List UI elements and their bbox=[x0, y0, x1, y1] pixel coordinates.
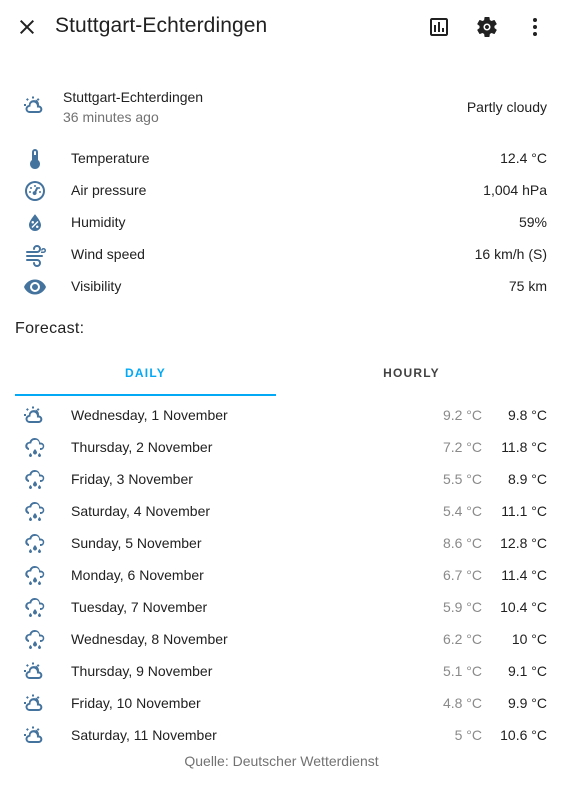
forecast-high-temp: 11.1 °C bbox=[501, 503, 547, 519]
rainy-icon bbox=[23, 564, 47, 588]
attribute-value: 59% bbox=[518, 214, 547, 230]
thermometer-icon bbox=[23, 147, 47, 171]
forecast-row: Saturday, 4 November 5.4 °C 11.1 °C bbox=[15, 496, 547, 528]
attribute-value: 1,004 hPa bbox=[483, 182, 547, 198]
attribute-label: Temperature bbox=[71, 150, 150, 166]
forecast-low-temp: 8.6 °C bbox=[442, 535, 482, 551]
tab-daily[interactable]: DAILY bbox=[15, 356, 276, 396]
rainy-icon bbox=[23, 596, 47, 620]
forecast-row: Wednesday, 8 November 6.2 °C 10 °C bbox=[15, 624, 547, 656]
rainy-icon bbox=[23, 436, 47, 460]
forecast-date: Tuesday, 7 November bbox=[71, 599, 208, 615]
weather-state: Partly cloudy bbox=[466, 99, 547, 115]
rainy-icon bbox=[23, 628, 47, 652]
close-button[interactable] bbox=[7, 7, 47, 47]
rainy-icon bbox=[23, 468, 47, 492]
attribute-label: Humidity bbox=[71, 214, 126, 230]
attribute-value: 75 km bbox=[508, 278, 547, 294]
attribute-temperature: Temperature 12.4 °C bbox=[15, 143, 547, 175]
history-button[interactable] bbox=[419, 7, 459, 47]
attribute-label: Air pressure bbox=[71, 182, 147, 198]
last-updated: 36 minutes ago bbox=[63, 109, 159, 125]
forecast-low-temp: 5.1 °C bbox=[442, 663, 482, 679]
settings-icon bbox=[477, 16, 497, 37]
forecast-low-temp: 9.2 °C bbox=[442, 407, 482, 423]
forecast-row: Friday, 3 November 5.5 °C 8.9 °C bbox=[15, 464, 547, 496]
forecast-high-temp: 11.4 °C bbox=[501, 567, 547, 583]
attribute-value: 16 km/h (S) bbox=[474, 246, 547, 262]
partly-cloudy-icon bbox=[23, 404, 47, 428]
forecast-high-temp: 12.8 °C bbox=[500, 535, 547, 551]
forecast-row: Wednesday, 1 November 9.2 °C 9.8 °C bbox=[15, 400, 547, 432]
attribute-visibility: Visibility 75 km bbox=[15, 271, 547, 303]
forecast-heading: Forecast: bbox=[15, 320, 85, 337]
forecast-date: Wednesday, 1 November bbox=[71, 407, 228, 423]
forecast-row: Monday, 6 November 6.7 °C 11.4 °C bbox=[15, 560, 547, 592]
forecast-low-temp: 5 °C bbox=[454, 727, 482, 743]
forecast-high-temp: 9.1 °C bbox=[507, 663, 547, 679]
attribute-air-pressure: Air pressure 1,004 hPa bbox=[15, 175, 547, 207]
forecast-date: Monday, 6 November bbox=[71, 567, 204, 583]
partly-cloudy-icon bbox=[23, 692, 47, 716]
water-percent-icon bbox=[23, 211, 47, 235]
forecast-high-temp: 8.9 °C bbox=[507, 471, 547, 487]
current-conditions: Stuttgart-Echterdingen 36 minutes ago Pa… bbox=[15, 86, 547, 130]
attribute-value: 12.4 °C bbox=[500, 150, 547, 166]
forecast-high-temp: 10 °C bbox=[511, 631, 547, 647]
forecast-low-temp: 5.5 °C bbox=[442, 471, 482, 487]
partly-cloudy-icon bbox=[23, 94, 47, 118]
chart-icon bbox=[430, 18, 448, 36]
forecast-date: Friday, 10 November bbox=[71, 695, 201, 711]
forecast-date: Sunday, 5 November bbox=[71, 535, 202, 551]
tab-hourly[interactable]: HOURLY bbox=[281, 356, 542, 396]
attribution-text: Quelle: Deutscher Wetterdienst bbox=[184, 753, 379, 769]
forecast-low-temp: 6.7 °C bbox=[442, 567, 482, 583]
forecast-high-temp: 11.8 °C bbox=[501, 439, 547, 455]
forecast-high-temp: 9.9 °C bbox=[507, 695, 547, 711]
forecast-date: Friday, 3 November bbox=[71, 471, 193, 487]
forecast-date: Wednesday, 8 November bbox=[71, 631, 228, 647]
forecast-low-temp: 7.2 °C bbox=[442, 439, 482, 455]
forecast-date: Saturday, 11 November bbox=[71, 727, 217, 743]
forecast-row: Sunday, 5 November 8.6 °C 12.8 °C bbox=[15, 528, 547, 560]
rainy-icon bbox=[23, 532, 47, 556]
attribute-wind-speed: Wind speed 16 km/h (S) bbox=[15, 239, 547, 271]
forecast-high-temp: 9.8 °C bbox=[507, 407, 547, 423]
forecast-row: Saturday, 11 November 5 °C 10.6 °C bbox=[15, 720, 547, 752]
forecast-row: Friday, 10 November 4.8 °C 9.9 °C bbox=[15, 688, 547, 720]
partly-cloudy-icon bbox=[23, 724, 47, 748]
forecast-high-temp: 10.4 °C bbox=[500, 599, 547, 615]
forecast-low-temp: 5.9 °C bbox=[442, 599, 482, 615]
forecast-date: Thursday, 2 November bbox=[71, 439, 213, 455]
more-options-button[interactable] bbox=[515, 7, 555, 47]
settings-button[interactable] bbox=[467, 7, 507, 47]
dialog-title: Stuttgart-Echterdingen bbox=[55, 14, 268, 37]
attribute-label: Wind speed bbox=[71, 246, 145, 262]
forecast-low-temp: 6.2 °C bbox=[442, 631, 482, 647]
forecast-date: Saturday, 4 November bbox=[71, 503, 211, 519]
wind-icon bbox=[23, 243, 47, 267]
station-name: Stuttgart-Echterdingen bbox=[63, 89, 204, 105]
forecast-date: Thursday, 9 November bbox=[71, 663, 213, 679]
partly-cloudy-icon bbox=[23, 660, 47, 684]
forecast-row: Tuesday, 7 November 5.9 °C 10.4 °C bbox=[15, 592, 547, 624]
close-icon bbox=[20, 20, 34, 34]
attribute-humidity: Humidity 59% bbox=[15, 207, 547, 239]
more-vert-icon bbox=[533, 18, 537, 36]
forecast-row: Thursday, 2 November 7.2 °C 11.8 °C bbox=[15, 432, 547, 464]
rainy-icon bbox=[23, 500, 47, 524]
forecast-low-temp: 4.8 °C bbox=[442, 695, 482, 711]
forecast-high-temp: 10.6 °C bbox=[500, 727, 547, 743]
gauge-icon bbox=[23, 179, 47, 203]
forecast-row: Thursday, 9 November 5.1 °C 9.1 °C bbox=[15, 656, 547, 688]
eye-icon bbox=[23, 275, 47, 299]
forecast-tabs: DAILY HOURLY bbox=[15, 356, 547, 396]
attribute-label: Visibility bbox=[71, 278, 122, 294]
forecast-low-temp: 5.4 °C bbox=[442, 503, 482, 519]
